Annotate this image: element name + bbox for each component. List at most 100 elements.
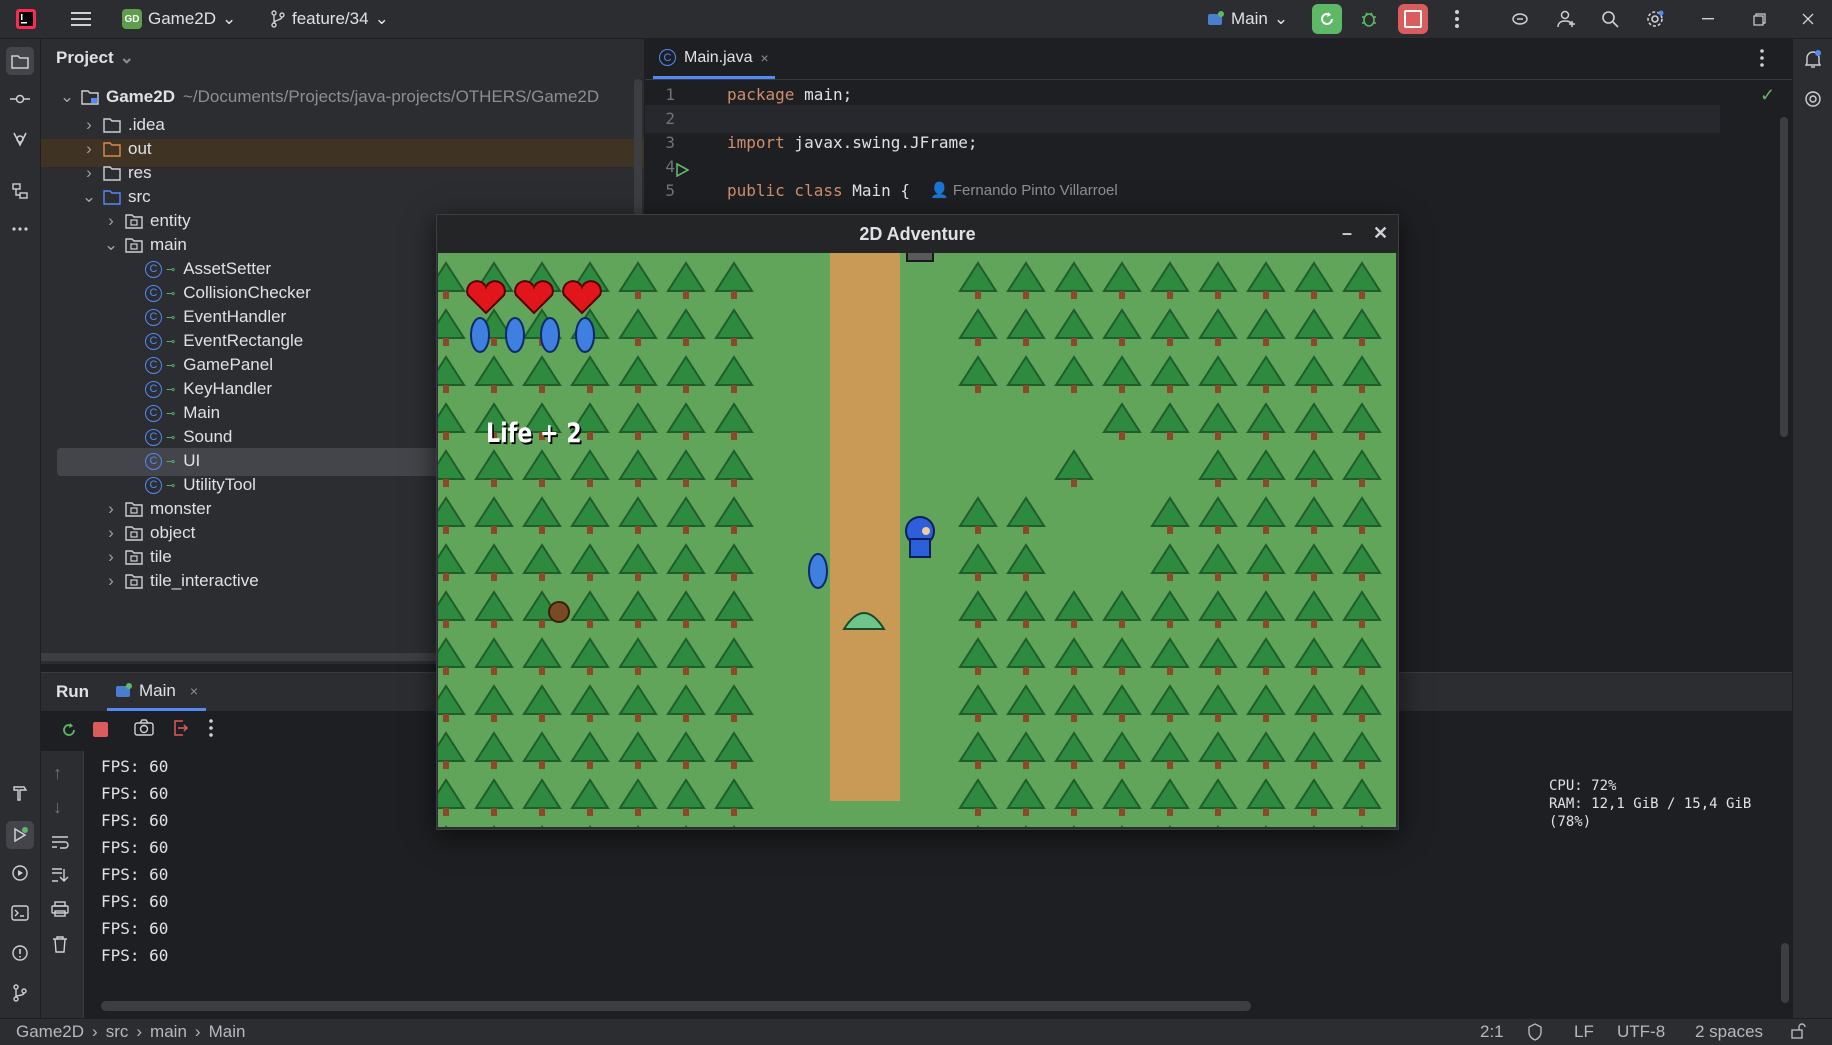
structure-icon[interactable]	[8, 179, 32, 203]
scroll-to-end-icon[interactable]	[51, 867, 69, 883]
minimize-window-icon[interactable]	[1696, 7, 1720, 31]
game-window-title: 2D Adventure	[859, 223, 976, 244]
editor-scrollbar[interactable]	[1780, 117, 1788, 437]
add-user-icon[interactable]	[1554, 7, 1578, 31]
clear-trash-icon[interactable]	[52, 935, 68, 953]
soft-wrap-icon[interactable]	[51, 835, 69, 849]
more-actions-icon[interactable]	[1445, 7, 1469, 31]
intellij-logo-icon[interactable]	[14, 7, 38, 31]
screenshot-camera-icon[interactable]	[134, 719, 154, 737]
chevron-right-icon[interactable]: ›	[81, 115, 97, 134]
editor-more-icon[interactable]	[1760, 49, 1764, 67]
settings-gear-icon[interactable]	[1643, 7, 1667, 31]
terminal-icon[interactable]	[8, 901, 32, 925]
problems-icon[interactable]	[8, 941, 32, 965]
breadcrumb-item[interactable]: Main	[209, 1022, 246, 1042]
title-bar: GD Game2D ⌄ feature/34 ⌄ Main ⌄	[0, 0, 1832, 39]
scroll-up-icon[interactable]: ↑	[53, 763, 62, 784]
project-panel-header[interactable]: Project ⌄	[56, 48, 134, 68]
tree-item-tile-interactive[interactable]: › tile_interactive	[103, 567, 259, 595]
chevron-right-icon[interactable]: ›	[103, 523, 119, 542]
main-menu-icon[interactable]	[69, 7, 93, 31]
public-access-icon: ⊸	[166, 455, 176, 468]
dirt-path	[830, 253, 900, 801]
run-gutter-icon[interactable]	[675, 163, 689, 177]
chevron-right-icon[interactable]: ›	[103, 211, 119, 230]
print-icon[interactable]	[51, 901, 69, 917]
pull-requests-icon[interactable]	[8, 127, 32, 151]
breadcrumb-item[interactable]: src	[106, 1022, 129, 1042]
rerun-icon[interactable]	[57, 718, 81, 742]
mana-crystal-pickup	[808, 553, 828, 589]
build-hammer-icon[interactable]	[8, 781, 32, 805]
ai-assistant-icon[interactable]	[1508, 7, 1532, 31]
exit-icon[interactable]	[171, 719, 189, 737]
tree-item-label: UI	[183, 451, 201, 470]
editor-tab-main-java[interactable]: C Main.java ×	[653, 39, 775, 79]
caret-position[interactable]: 2:1	[1480, 1022, 1504, 1042]
chevron-right-icon[interactable]: ›	[103, 547, 119, 566]
package-icon	[125, 236, 143, 254]
more-tools-icon[interactable]	[8, 217, 32, 241]
java-class-icon: C	[145, 428, 162, 446]
run-tab-main[interactable]: Main ×	[107, 673, 207, 711]
read-only-lock-icon[interactable]	[1790, 1023, 1806, 1039]
close-window-icon[interactable]	[1796, 7, 1820, 31]
chevron-right-icon[interactable]: ›	[103, 571, 119, 590]
cpu-usage: CPU: 72%	[1549, 778, 1617, 794]
indent-setting[interactable]: 2 spaces	[1695, 1022, 1763, 1042]
breadcrumb-item[interactable]: main	[150, 1022, 187, 1042]
mana-crystal-icon	[470, 317, 490, 353]
tree-item-label: CollisionChecker	[183, 283, 311, 302]
file-encoding[interactable]: UTF-8	[1617, 1022, 1665, 1042]
ai-chat-icon[interactable]	[1801, 87, 1825, 111]
line-separator[interactable]: LF	[1574, 1022, 1594, 1042]
game-window-title-bar: 2D Adventure – ✕	[437, 215, 1398, 253]
chevron-down-icon[interactable]: ⌄	[103, 235, 119, 254]
breadcrumb-separator-icon: ›	[92, 1022, 98, 1041]
stop-icon[interactable]	[93, 722, 108, 737]
project-folder-icon[interactable]	[6, 47, 34, 75]
close-tab-icon[interactable]: ×	[760, 50, 768, 66]
commit-icon[interactable]	[8, 87, 32, 111]
restore-window-icon[interactable]	[1747, 7, 1771, 31]
breadcrumb-item[interactable]: Game2D	[16, 1022, 84, 1042]
run-tool-icon[interactable]	[6, 821, 34, 849]
rerun-button[interactable]	[1312, 4, 1342, 34]
minimize-icon[interactable]: –	[1342, 223, 1352, 244]
code-line[interactable]: 4	[645, 153, 1720, 179]
services-icon[interactable]	[8, 861, 32, 885]
folder-icon	[103, 116, 121, 134]
tree-root[interactable]: ⌄ Game2D ~/Documents/Projects/java-proje…	[59, 83, 599, 111]
code-line[interactable]: 1 package main;	[645, 81, 1720, 107]
code-line[interactable]: 3 import javax.swing.JFrame;	[645, 129, 1720, 155]
chevron-right-icon[interactable]: ›	[103, 499, 119, 518]
more-actions-icon[interactable]	[209, 719, 213, 737]
debug-icon[interactable]	[1357, 7, 1381, 31]
run-config-selector[interactable]: Main ⌄	[1207, 6, 1288, 32]
chevron-right-icon[interactable]: ›	[81, 163, 97, 182]
notifications-bell-icon[interactable]	[1801, 47, 1825, 71]
code-line[interactable]: 5 public class Main {👤 Fernando Pinto Vil…	[645, 177, 1720, 203]
code-keyword: import	[727, 132, 785, 152]
stop-button[interactable]	[1398, 4, 1428, 34]
java-class-icon: C	[145, 356, 162, 374]
game-canvas[interactable]: Life + 2	[438, 253, 1396, 827]
git-icon[interactable]	[8, 981, 32, 1005]
close-tab-icon[interactable]: ×	[190, 683, 198, 699]
branch-selector[interactable]: feature/34 ⌄	[270, 6, 389, 32]
console-horizontal-scrollbar[interactable]	[101, 1001, 1251, 1011]
scroll-down-icon[interactable]: ↓	[53, 797, 62, 818]
search-icon[interactable]	[1598, 7, 1622, 31]
project-selector[interactable]: GD Game2D ⌄	[122, 6, 236, 32]
public-access-icon: ⊸	[166, 383, 176, 396]
game-window[interactable]: 2D Adventure – ✕ Life + 2	[436, 214, 1399, 830]
vcs-shield-icon[interactable]	[1527, 1023, 1543, 1041]
chevron-down-icon[interactable]: ⌄	[81, 187, 97, 206]
chevron-right-icon[interactable]: ›	[81, 139, 97, 158]
public-access-icon: ⊸	[166, 311, 176, 324]
console-vertical-scrollbar[interactable]	[1781, 943, 1789, 1003]
close-icon[interactable]: ✕	[1373, 223, 1388, 244]
run-tab-label: Main	[139, 680, 176, 700]
code-line[interactable]: 2	[645, 105, 1720, 131]
